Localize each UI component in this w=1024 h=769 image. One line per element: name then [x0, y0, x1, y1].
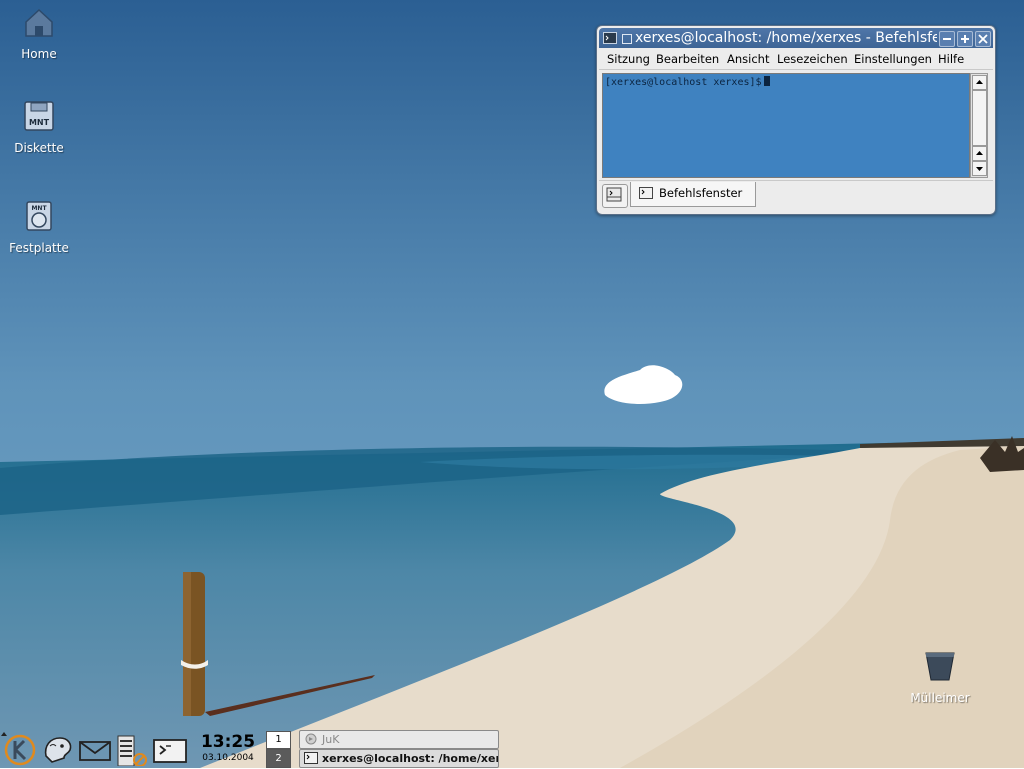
desktop-icon-festplatte[interactable]: MNT Festplatte [1, 200, 77, 255]
desktop-icon-label: Home [21, 47, 57, 61]
panel-clock[interactable]: 13:25 03.10.2004 [200, 732, 256, 764]
menu-lesezeichen[interactable]: Lesezeichen [777, 52, 848, 66]
minimize-button[interactable] [939, 31, 955, 47]
terminal-prompt: [xerxes@localhost xerxes]$ [605, 76, 770, 88]
scroll-up-button[interactable] [972, 75, 987, 90]
juk-icon [305, 733, 317, 745]
terminal-icon [639, 187, 653, 199]
kwallet-icon [117, 735, 147, 767]
konqueror-button[interactable] [40, 732, 76, 766]
k-menu-icon [4, 734, 36, 766]
window-title: xerxes@localhost: /home/xerxes - Befehls… [635, 30, 937, 46]
svg-text:MNT: MNT [29, 118, 50, 127]
pager-desktop-2[interactable]: 2 [266, 749, 291, 768]
desktop-icon-trash[interactable]: Mülleimer [902, 650, 978, 705]
kde-panel: 13:25 03.10.2004 1 2 JuK xerxes@localhos… [0, 728, 1024, 768]
window-titlebar[interactable]: xerxes@localhost: /home/xerxes - Befehls… [599, 28, 993, 48]
scroll-up-button-lower[interactable] [972, 146, 987, 161]
prompt-text: [xerxes@localhost xerxes]$ [605, 77, 762, 88]
close-icon [978, 34, 988, 44]
kwallet-button[interactable] [114, 732, 150, 767]
mail-icon [79, 741, 111, 761]
text-cursor [763, 76, 770, 86]
scroll-down-button[interactable] [972, 161, 987, 176]
harddisk-icon: MNT [26, 201, 52, 231]
minimize-icon [943, 38, 951, 40]
vertical-scrollbar[interactable] [970, 73, 988, 178]
konsole-window[interactable]: xerxes@localhost: /home/xerxes - Befehls… [596, 25, 996, 215]
arrow-up-icon [976, 151, 983, 155]
menu-bearbeiten[interactable]: Bearbeiten [656, 52, 719, 66]
trash-icon [925, 652, 955, 681]
taskbar-item-konsole[interactable]: xerxes@localhost: /home/xerxes [299, 749, 499, 768]
new-session-button[interactable] [602, 184, 628, 208]
clock-time: 13:25 [200, 732, 256, 752]
terminal-launcher-button[interactable] [152, 732, 188, 766]
svg-text:MNT: MNT [31, 205, 47, 212]
terminal-icon [153, 739, 187, 763]
desktop-icon-label: Diskette [14, 141, 64, 155]
new-session-icon [606, 187, 622, 202]
maximize-button[interactable] [957, 31, 973, 47]
taskbar-item-juk[interactable]: JuK [299, 730, 499, 749]
close-button[interactable] [975, 31, 991, 47]
arrow-up-icon [976, 80, 983, 84]
arrow-down-icon [976, 167, 983, 171]
scrollbar-thumb[interactable] [972, 90, 987, 146]
menu-einstellungen[interactable]: Einstellungen [854, 52, 932, 66]
taskbar-item-label: xerxes@localhost: /home/xerxes [322, 752, 499, 765]
mail-button[interactable] [77, 732, 113, 766]
terminal-area[interactable]: [xerxes@localhost xerxes]$ [602, 73, 970, 178]
tab-label: Befehlsfenster [659, 186, 743, 200]
desktop-icon-label: Mülleimer [910, 691, 970, 705]
desktop-icon-diskette[interactable]: MNT Diskette [1, 100, 77, 155]
pager-desktop-1[interactable]: 1 [266, 731, 291, 749]
sticky-button[interactable] [622, 34, 632, 44]
menu-hilfe[interactable]: Hilfe [938, 52, 964, 66]
maximize-icon [961, 35, 969, 43]
tab-befehlsfenster[interactable]: Befehlsfenster [630, 182, 756, 207]
desktop-icon-label: Festplatte [9, 241, 69, 255]
menubar: Sitzung Bearbeiten Ansicht Lesezeichen E… [599, 49, 993, 70]
taskbar-item-label: JuK [322, 733, 340, 746]
floppy-icon: MNT [24, 101, 54, 131]
k-menu-button[interactable] [2, 732, 38, 766]
home-icon [25, 8, 53, 37]
konqueror-icon [44, 737, 72, 763]
desktop-icon-home[interactable]: Home [1, 6, 77, 61]
terminal-icon [304, 752, 318, 764]
menu-sitzung[interactable]: Sitzung [607, 52, 650, 66]
session-tabbar: Befehlsfenster [599, 180, 993, 211]
clock-date: 03.10.2004 [202, 753, 254, 763]
menu-ansicht[interactable]: Ansicht [727, 52, 769, 66]
terminal-icon [603, 32, 617, 44]
